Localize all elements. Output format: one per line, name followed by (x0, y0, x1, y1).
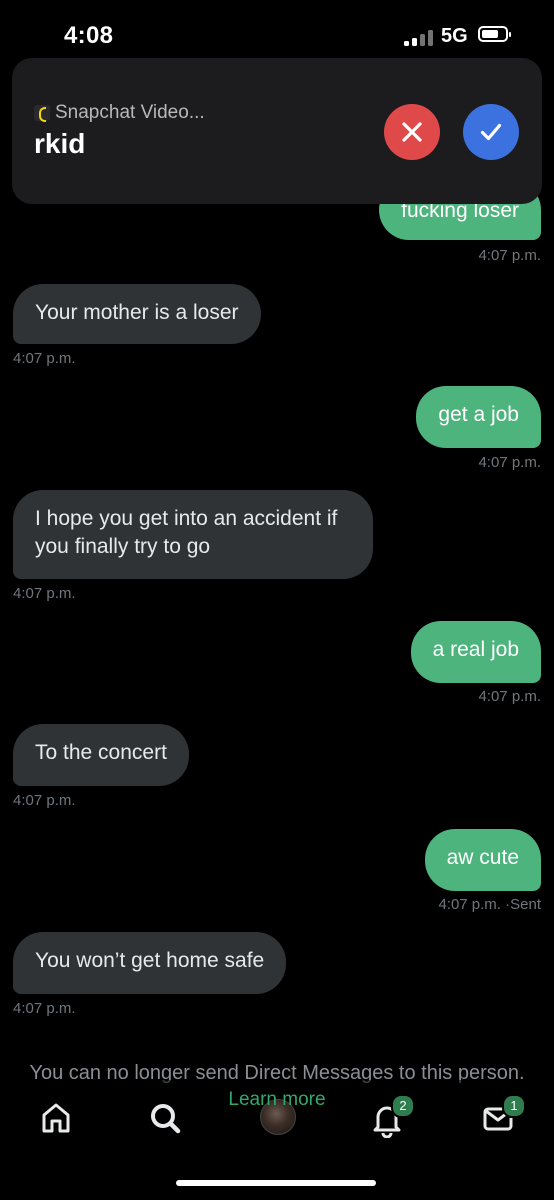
message-bubble-outgoing[interactable]: aw cute (424, 829, 541, 891)
notification-app: Snapchat Video... (34, 102, 205, 124)
message-timestamp: 4:07 p.m. (13, 350, 76, 367)
message-timestamp: 4:07 p.m. ·Sent (438, 896, 541, 913)
message-text: a real job (432, 638, 519, 661)
message-timestamp: 4:07 p.m. (478, 454, 541, 471)
message-bubble-incoming[interactable]: I hope you get into an accident if you f… (13, 490, 373, 579)
message-timestamp: 4:07 p.m. (478, 688, 541, 705)
message-text: Your mother is a loser (35, 301, 239, 324)
message-text: get a job (438, 403, 519, 426)
message-bubble-incoming[interactable]: Your mother is a loser (13, 284, 261, 344)
notification-caller: rkid (34, 128, 86, 159)
close-icon (402, 122, 422, 142)
message-text: You won’t get home safe (35, 949, 265, 972)
message-text: I hope you get into an accident if you f… (35, 507, 338, 558)
message-bubble-incoming[interactable]: You won’t get home safe (13, 932, 287, 994)
message-text: To the concert (35, 741, 167, 764)
message-timestamp: 4:07 p.m. (478, 247, 541, 264)
accept-call-button[interactable] (463, 104, 519, 160)
home-indicator (176, 1180, 376, 1186)
incoming-call-notification[interactable]: Snapchat Video... rkid (12, 58, 542, 204)
snapchat-icon (34, 105, 50, 122)
decline-call-button[interactable] (384, 104, 440, 160)
status-time: 4:08 (64, 22, 114, 49)
checkmark-icon (480, 123, 502, 141)
message-timestamp: 4:07 p.m. (13, 792, 76, 809)
battery-icon (478, 26, 511, 42)
message-timestamp: 4:07 p.m. (13, 585, 76, 602)
notification-app-name: Snapchat Video... (55, 102, 205, 123)
message-bubble-outgoing[interactable]: get a job (416, 386, 541, 448)
message-timestamp: 4:07 p.m. (13, 1000, 76, 1017)
learn-more-link[interactable]: Learn more (0, 1089, 554, 1111)
message-bubble-incoming[interactable]: To the concert (13, 724, 189, 786)
network-type: 5G (441, 25, 468, 47)
message-list[interactable]: fucking loser 4:07 p.m. Your mother is a… (0, 180, 554, 1060)
signal-icon (404, 30, 434, 46)
message-bubble-outgoing[interactable]: a real job (410, 621, 541, 683)
message-text: aw cute (446, 846, 519, 869)
